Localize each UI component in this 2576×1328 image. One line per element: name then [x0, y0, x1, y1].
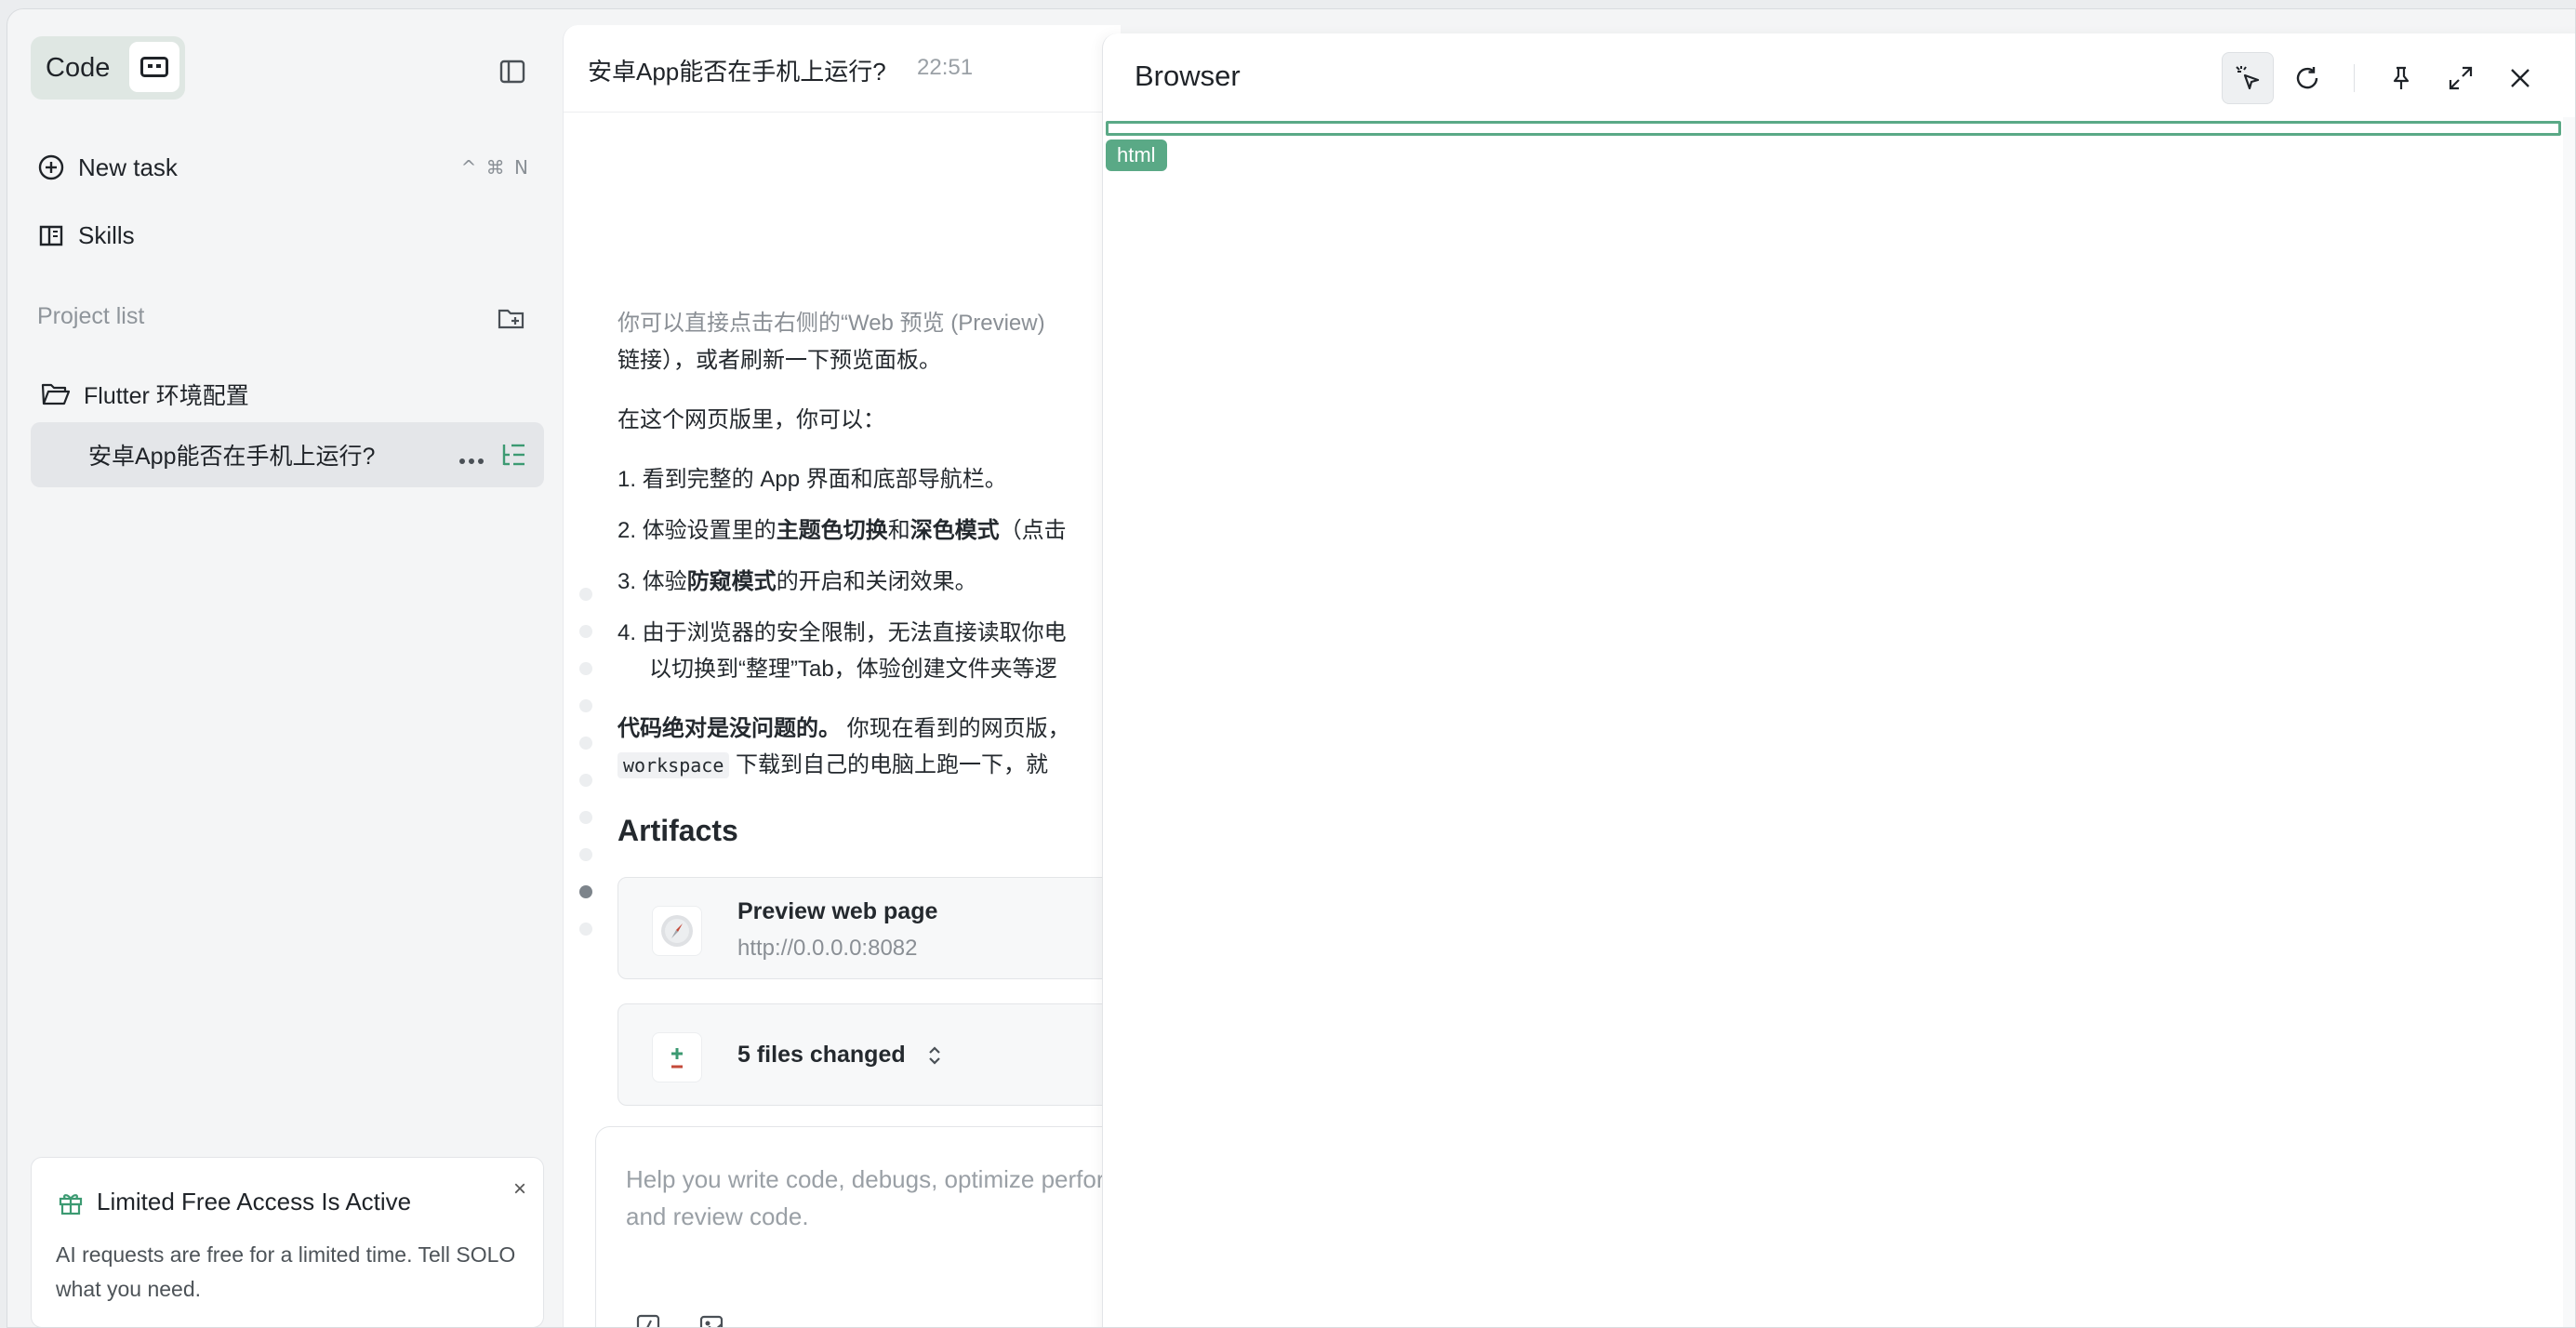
nav-dot[interactable]	[579, 848, 592, 861]
plus-circle-icon	[38, 154, 64, 180]
pin-button[interactable]	[2375, 52, 2427, 104]
list-item: 2. 体验设置里的主题色切换和深色模式（点击	[617, 511, 1121, 544]
sidebar-task-item[interactable]: 安卓App能否在手机上运行?	[31, 422, 544, 487]
folder-open-icon	[41, 383, 71, 405]
list-bold: 深色模式	[910, 518, 1000, 543]
composer-tools	[635, 1313, 724, 1328]
browser-scrollbar[interactable]	[2563, 117, 2575, 1327]
compass-icon	[652, 906, 702, 956]
nav-dot[interactable]	[579, 811, 592, 824]
list-bold: 主题色切换	[776, 518, 888, 543]
folder-label: Flutter 环境配置	[84, 383, 249, 409]
inline-code: workspace	[617, 752, 730, 778]
browser-title: Browser	[1135, 60, 1241, 92]
message-line: 你可以直接点击右侧的“Web 预览 (Preview)	[617, 311, 1045, 336]
browser-panel: Browser html	[1102, 33, 2575, 1327]
code-label: Code	[46, 52, 111, 83]
refresh-button[interactable]	[2281, 52, 2333, 104]
add-folder-icon[interactable]	[497, 303, 526, 333]
cursor-select-icon	[2236, 66, 2260, 90]
mode-code-pill[interactable]: Code	[31, 36, 185, 100]
list-text: 和	[887, 518, 910, 543]
files-changed-card[interactable]: 5 files changed	[617, 1003, 1121, 1106]
chat-composer[interactable]: Help you write code, debugs, optimize pe…	[595, 1126, 1121, 1328]
sidebar: Code New task ^ ⌘ N Skills Project list …	[7, 9, 563, 1327]
browser-toolbar	[2214, 52, 2546, 104]
list-item-cont: 以切换到“整理”Tab，体验创建文件夹等逻	[649, 657, 1057, 682]
composer-placeholder: Help you write code, debugs, optimize pe…	[626, 1165, 1121, 1230]
bold-text: 代码绝对是没问题的。	[617, 716, 841, 741]
sidebar-toggle-icon[interactable]	[498, 58, 526, 86]
artifact-url: http://0.0.0.0:8082	[737, 936, 918, 961]
nav-dot[interactable]	[579, 625, 592, 638]
project-folder[interactable]: Flutter 环境配置	[41, 374, 249, 415]
code-mode-icon	[129, 42, 179, 92]
nav-dot[interactable]	[579, 737, 592, 750]
toolbar-divider	[2354, 64, 2355, 92]
refresh-icon	[2296, 67, 2318, 89]
close-browser-button[interactable]	[2494, 52, 2546, 104]
new-task-shortcut: ^ ⌘ N	[460, 156, 530, 179]
expand-button[interactable]	[2435, 52, 2487, 104]
files-changed-label: 5 files changed	[737, 1042, 906, 1068]
chevron-updown-icon[interactable]	[925, 1044, 944, 1067]
banner-close-button[interactable]: ×	[513, 1176, 526, 1202]
nav-dot[interactable]	[579, 774, 592, 787]
nav-dot[interactable]	[579, 588, 592, 601]
message-text: 下载到自己的电脑上跑一下，就	[729, 752, 1049, 777]
list-text: （点击	[999, 518, 1067, 543]
expand-icon	[2449, 66, 2473, 90]
nav-dot[interactable]	[579, 699, 592, 712]
artifacts-heading: Artifacts	[617, 814, 738, 847]
artifact-title: Preview web page	[737, 898, 938, 924]
new-task-button[interactable]: New task ^ ⌘ N	[37, 145, 539, 190]
skills-button[interactable]: Skills	[37, 213, 539, 258]
new-task-label: New task	[78, 153, 178, 181]
banner-body: AI requests are free for a limited time.…	[56, 1242, 516, 1301]
app-window: Code New task ^ ⌘ N Skills Project list …	[7, 8, 2576, 1328]
message-text: 你现在看到的网页版，	[841, 716, 1070, 741]
message-navigator[interactable]	[579, 588, 594, 960]
task-list-icon[interactable]	[499, 441, 527, 475]
list-text: 2. 体验设置里的	[617, 518, 777, 543]
chat-panel: 安卓App能否在手机上运行? 22:51 你可以直接点击右侧的“Web 预览 (…	[563, 25, 1121, 1328]
list-bold: 防窥模式	[686, 569, 777, 594]
message-line: 在这个网页版里，你可以：	[617, 407, 885, 432]
message-line: 代码绝对是没问题的。 你现在看到的网页版，	[617, 710, 1121, 742]
book-icon	[39, 225, 63, 246]
project-list-label: Project list	[37, 303, 145, 329]
message-line: 链接），或者刷新一下预览面板。	[617, 348, 941, 373]
nav-dot-active[interactable]	[579, 885, 592, 898]
list-text: 3. 体验	[617, 569, 687, 594]
banner-title: Limited Free Access Is Active	[97, 1188, 412, 1215]
image-upload-icon[interactable]	[698, 1313, 724, 1328]
more-icon[interactable]	[458, 445, 485, 471]
close-icon	[2511, 69, 2530, 87]
artifact-title: 5 files changed	[737, 1042, 944, 1069]
slash-command-icon[interactable]	[635, 1313, 661, 1328]
preview-artifact-card[interactable]: Preview web page http://0.0.0.0:8082	[617, 877, 1121, 979]
list-text: 的开启和关闭效果。	[776, 569, 977, 594]
nav-dot[interactable]	[579, 662, 592, 675]
chat-time: 22:51	[917, 55, 974, 80]
list-item: 3. 体验防窥模式的开启和关闭效果。	[617, 563, 1121, 595]
selected-element-outline	[1106, 121, 2561, 136]
list-item: 4. 由于浏览器的安全限制，无法直接读取你电	[617, 620, 1067, 645]
free-access-banner: Limited Free Access Is Active × AI reque…	[31, 1157, 544, 1327]
gift-icon	[58, 1189, 84, 1220]
element-tag-badge: html	[1106, 139, 1167, 171]
message-line: workspace 下载到自己的电脑上跑一下，就	[617, 746, 1121, 778]
chat-title: 安卓App能否在手机上运行?	[588, 58, 886, 86]
list-item: 1. 看到完整的 App 界面和底部导航栏。	[617, 467, 1007, 492]
file-diff-icon	[652, 1032, 702, 1082]
nav-dot[interactable]	[579, 923, 592, 936]
pin-icon	[2393, 66, 2410, 89]
chat-header: 安卓App能否在手机上运行? 22:51	[564, 25, 1121, 113]
skills-label: Skills	[78, 220, 135, 249]
task-label: 安卓App能否在手机上运行?	[88, 444, 376, 470]
element-picker-button[interactable]	[2222, 52, 2274, 104]
